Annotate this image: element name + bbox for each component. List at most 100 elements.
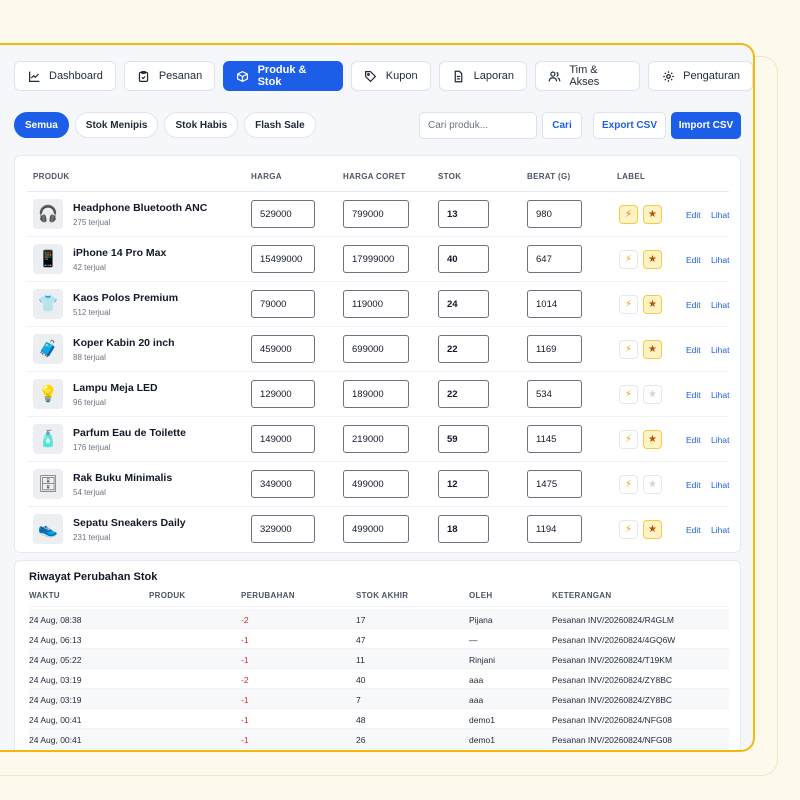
- stock-input[interactable]: [438, 245, 489, 273]
- featured-toggle[interactable]: ★: [643, 295, 662, 314]
- strike-price-input[interactable]: [343, 200, 409, 228]
- edit-link[interactable]: Edit: [686, 300, 701, 310]
- header-harga: HARGA: [251, 172, 282, 181]
- tab-pengaturan[interactable]: Pengaturan: [648, 61, 753, 91]
- flash-sale-toggle[interactable]: ⚡: [619, 520, 638, 539]
- flash-sale-toggle[interactable]: ⚡: [619, 430, 638, 449]
- weight-input[interactable]: [527, 380, 582, 408]
- price-input[interactable]: [251, 245, 315, 273]
- stock-input[interactable]: [438, 425, 489, 453]
- product-row: 💡 Lampu Meja LED 96 terjual ⚡ ★ Edit Lihat: [27, 372, 729, 417]
- product-row: 📱 iPhone 14 Pro Max 42 terjual ⚡ ★ Edit Lihat: [27, 237, 729, 282]
- view-link[interactable]: Lihat: [711, 390, 729, 400]
- history-change: -2: [241, 615, 249, 625]
- weight-input[interactable]: [527, 470, 582, 498]
- tab-pesanan[interactable]: Pesanan: [123, 61, 216, 91]
- import-csv-button[interactable]: Import CSV: [671, 112, 741, 139]
- edit-link[interactable]: Edit: [686, 435, 701, 445]
- weight-input[interactable]: [527, 200, 582, 228]
- stock-input[interactable]: [438, 515, 489, 543]
- view-link[interactable]: Lihat: [711, 210, 729, 220]
- strike-price-input[interactable]: [343, 515, 409, 543]
- featured-toggle[interactable]: ★: [643, 475, 662, 494]
- featured-toggle[interactable]: ★: [643, 340, 662, 359]
- stock-input[interactable]: [438, 380, 489, 408]
- view-link[interactable]: Lihat: [711, 435, 729, 445]
- price-input[interactable]: [251, 200, 315, 228]
- document-icon: [452, 69, 466, 83]
- history-time: 24 Aug, 05:22: [29, 655, 82, 665]
- search-input[interactable]: [419, 112, 537, 139]
- strike-price-input[interactable]: [343, 335, 409, 363]
- view-link[interactable]: Lihat: [711, 255, 729, 265]
- weight-input[interactable]: [527, 425, 582, 453]
- tab-laporan[interactable]: Laporan: [438, 61, 527, 91]
- history-final-stock: 40: [356, 675, 366, 685]
- flash-sale-toggle[interactable]: ⚡: [619, 475, 638, 494]
- history-row: 24 Aug, 03:19 -2 40 aaa Pesanan INV/20260824…: [29, 669, 729, 689]
- view-link[interactable]: Lihat: [711, 345, 729, 355]
- stock-input[interactable]: [438, 335, 489, 363]
- view-link[interactable]: Lihat: [711, 300, 729, 310]
- product-sold-count: 275 terjual: [73, 218, 111, 227]
- flash-sale-toggle[interactable]: ⚡: [619, 340, 638, 359]
- view-link[interactable]: Lihat: [711, 525, 729, 535]
- edit-link[interactable]: Edit: [686, 210, 701, 220]
- strike-price-input[interactable]: [343, 290, 409, 318]
- price-input[interactable]: [251, 380, 315, 408]
- product-row: 👟 Sepatu Sneakers Daily 231 terjual ⚡ ★ Edit L…: [27, 507, 729, 552]
- filter-chip-semua[interactable]: Semua: [14, 112, 69, 138]
- weight-input[interactable]: [527, 515, 582, 543]
- history-note: Pesanan INV/20260824/T19KM: [552, 655, 673, 665]
- flash-sale-toggle[interactable]: ⚡: [619, 250, 638, 269]
- featured-toggle[interactable]: ★: [643, 430, 662, 449]
- edit-link[interactable]: Edit: [686, 390, 701, 400]
- product-stock-table: PRODUK HARGA HARGA CORET STOK BERAT (G) …: [14, 155, 741, 553]
- edit-link[interactable]: Edit: [686, 255, 701, 265]
- featured-toggle[interactable]: ★: [643, 520, 662, 539]
- tab-produk-stok[interactable]: Produk & Stok: [223, 61, 343, 91]
- edit-link[interactable]: Edit: [686, 525, 701, 535]
- header-oleh: OLEH: [469, 591, 493, 600]
- stock-input[interactable]: [438, 290, 489, 318]
- featured-toggle[interactable]: ★: [643, 250, 662, 269]
- lightning-icon: ⚡: [624, 344, 633, 355]
- history-final-stock: 47: [356, 635, 366, 645]
- filter-chip-stok-menipis[interactable]: Stok Menipis: [74, 112, 159, 138]
- flash-sale-toggle[interactable]: ⚡: [619, 295, 638, 314]
- lightning-icon: ⚡: [624, 434, 633, 445]
- tab-kupon[interactable]: Kupon: [350, 61, 431, 91]
- strike-price-input[interactable]: [343, 245, 409, 273]
- price-input[interactable]: [251, 470, 315, 498]
- stock-input[interactable]: [438, 200, 489, 228]
- tab-tim-akses[interactable]: Tim & Akses: [534, 61, 641, 91]
- weight-input[interactable]: [527, 335, 582, 363]
- strike-price-input[interactable]: [343, 380, 409, 408]
- star-icon: ★: [648, 344, 657, 355]
- export-csv-button[interactable]: Export CSV: [593, 112, 666, 139]
- lightning-icon: ⚡: [624, 209, 633, 220]
- edit-link[interactable]: Edit: [686, 480, 701, 490]
- filter-chip-flash-sale[interactable]: Flash Sale: [244, 112, 316, 138]
- flash-sale-toggle[interactable]: ⚡: [619, 205, 638, 224]
- history-note: Pesanan INV/20260824/ZY8BC: [552, 675, 673, 685]
- star-icon: ★: [648, 524, 657, 535]
- weight-input[interactable]: [527, 290, 582, 318]
- edit-link[interactable]: Edit: [686, 345, 701, 355]
- strike-price-input[interactable]: [343, 470, 409, 498]
- featured-toggle[interactable]: ★: [643, 385, 662, 404]
- view-link[interactable]: Lihat: [711, 480, 729, 490]
- flash-sale-toggle[interactable]: ⚡: [619, 385, 638, 404]
- featured-toggle[interactable]: ★: [643, 205, 662, 224]
- price-input[interactable]: [251, 335, 315, 363]
- strike-price-input[interactable]: [343, 425, 409, 453]
- filter-chip-stok-habis[interactable]: Stok Habis: [164, 112, 239, 138]
- price-input[interactable]: [251, 290, 315, 318]
- stock-input[interactable]: [438, 470, 489, 498]
- tab-dashboard[interactable]: Dashboard: [14, 61, 116, 91]
- price-input[interactable]: [251, 515, 315, 543]
- tshirt-icon: 👕: [33, 289, 63, 319]
- price-input[interactable]: [251, 425, 315, 453]
- search-button[interactable]: Cari: [542, 112, 582, 139]
- weight-input[interactable]: [527, 245, 582, 273]
